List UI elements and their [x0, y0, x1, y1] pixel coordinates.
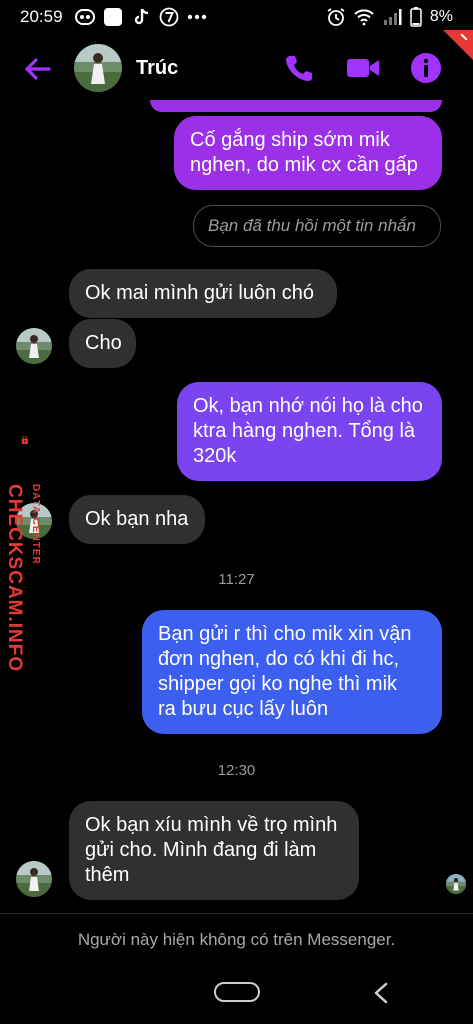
more-dots-icon: [187, 14, 206, 20]
message-timestamp: 12:30: [217, 762, 256, 779]
message-bubble-incoming[interactable]: Ok bạn xíu mình về trọ mình gửi cho. Mìn…: [69, 801, 359, 900]
message-bubble-outgoing[interactable]: Ok, bạn nhớ nói họ là cho ktra hàng nghe…: [177, 382, 442, 481]
footer-divider: [0, 913, 473, 914]
message-text-line: Cố gắng ship sớm mik: [190, 129, 390, 151]
wifi-icon: [354, 9, 374, 26]
message-text-line: gửi cho. Mình đang đi làm: [85, 839, 317, 861]
recalled-message-notice: Bạn đã thu hồi một tin nhắn: [193, 205, 441, 247]
message-text-line: nghen, do mik cx cần gấp: [190, 154, 418, 176]
system-nav-bar: [0, 968, 473, 1024]
message-text-line: thêm: [85, 864, 130, 886]
message-bubble-incoming[interactable]: Ok bạn nha: [69, 495, 205, 544]
message-text-line: Ok mai mình gửi luôn chó: [85, 282, 315, 304]
message-text-line: Ok bạn xíu mình về trọ mình: [85, 814, 338, 836]
battery-percent: 8%: [429, 8, 453, 25]
status-time: 20:59: [20, 7, 63, 26]
message-text-line: Cho: [85, 332, 122, 354]
read-receipt-avatar: [446, 874, 466, 894]
seven-icon: [159, 7, 178, 27]
watermark-subtitle: DATA CENTER: [30, 484, 41, 565]
message-bubble-outgoing[interactable]: Bạn gửi r thì cho mik xin vận đơn nghen,…: [142, 610, 442, 734]
message-text-line: shipper gọi ko nghe thì mik: [158, 673, 398, 695]
message-text-line: Ok, bạn nhớ nói họ là cho: [193, 395, 423, 417]
signal-icon: [383, 9, 402, 25]
message-text-line: đơn nghen, do có khi đi hc,: [158, 648, 400, 670]
sender-avatar[interactable]: [16, 328, 52, 364]
alarm-icon: [327, 8, 345, 26]
back-arrow-icon[interactable]: [22, 54, 52, 84]
watermark-brand: CHECKSCAM.INFO: [4, 484, 25, 673]
conversation-header: Trúc: [0, 36, 473, 102]
nav-back-icon[interactable]: [372, 982, 390, 1004]
unavailable-notice: Người này hiện không có trên Messenger.: [77, 930, 396, 949]
app-icon: [103, 8, 122, 26]
message-bubble-incoming[interactable]: Ok mai mình gửi luôn chó: [69, 269, 337, 318]
info-icon[interactable]: [410, 52, 442, 84]
message-bubble-incoming[interactable]: Cho: [69, 319, 136, 368]
message-text-line: ra bưu cục lấy luôn: [158, 698, 329, 720]
battery-icon: [410, 7, 422, 27]
lock-watermark-icon: [21, 436, 28, 445]
message-text-line: Ok bạn nha: [85, 508, 189, 530]
contact-avatar[interactable]: [74, 44, 122, 92]
home-button[interactable]: [214, 982, 260, 1002]
message-bubble-outgoing[interactable]: Cố gắng ship sớm mik nghen, do mik cx cầ…: [174, 116, 442, 190]
sender-avatar[interactable]: [16, 861, 52, 897]
previous-message-fragment: [150, 100, 442, 112]
message-timestamp: 11:27: [218, 571, 255, 588]
phone-call-icon[interactable]: [284, 53, 314, 83]
contact-name[interactable]: Trúc: [136, 57, 178, 80]
messenger-icon: [74, 9, 95, 25]
message-text-line: 320k: [193, 445, 237, 467]
message-text-line: Bạn gửi r thì cho mik xin vận: [158, 623, 412, 645]
video-call-icon[interactable]: [346, 53, 380, 83]
status-bar: 20:59 8%: [0, 0, 473, 34]
tiktok-icon: [134, 8, 148, 25]
message-text-line: ktra hàng nghen. Tổng là: [193, 420, 416, 442]
